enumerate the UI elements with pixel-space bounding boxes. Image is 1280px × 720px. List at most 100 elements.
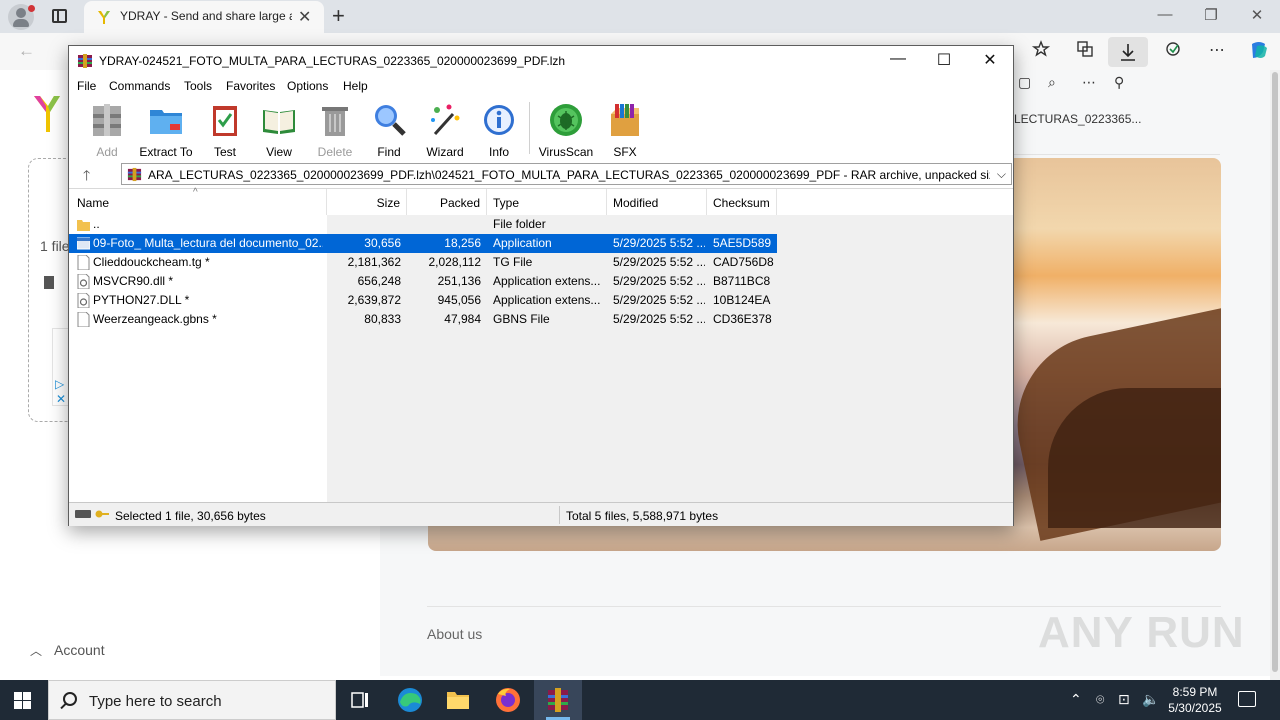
taskbar-file-explorer[interactable] bbox=[434, 680, 482, 720]
find-button[interactable]: Find bbox=[359, 102, 419, 159]
view-button[interactable]: View bbox=[249, 102, 309, 159]
folder-icon[interactable]: ▢ bbox=[1018, 74, 1031, 91]
windows-start-icon[interactable] bbox=[14, 692, 31, 709]
file-name: .. bbox=[93, 217, 100, 231]
downloads-button[interactable] bbox=[1108, 37, 1148, 67]
show-hidden-icons-button[interactable]: ⌃ bbox=[1070, 691, 1082, 708]
column-header-modified[interactable]: Modified bbox=[607, 189, 707, 215]
task-view-button[interactable] bbox=[336, 680, 384, 720]
browser-minimize-button[interactable]: — bbox=[1142, 6, 1188, 23]
taskbar-search-box[interactable]: Type here to search bbox=[48, 680, 336, 720]
winrar-app-icon bbox=[78, 54, 92, 68]
drive-icon bbox=[75, 510, 91, 518]
pin-icon[interactable]: ⚲ bbox=[1114, 74, 1124, 91]
file-checksum: 10B124EA bbox=[713, 293, 771, 307]
search-placeholder: Type here to search bbox=[89, 693, 222, 710]
extract-folder-icon bbox=[150, 110, 182, 134]
up-folder-icon[interactable]: 🡑 bbox=[83, 165, 90, 189]
account-toggle[interactable]: ︿ Account bbox=[30, 642, 105, 659]
winrar-close-button[interactable]: ✕ bbox=[967, 50, 1013, 70]
back-button[interactable]: ← bbox=[18, 41, 35, 61]
file-packed: 251,136 bbox=[437, 274, 481, 288]
browser-tab-ydray[interactable]: YDRAY - Send and share large and ✕ bbox=[84, 1, 324, 33]
menu-options[interactable]: Options bbox=[287, 79, 328, 93]
column-header-type[interactable]: Type bbox=[487, 189, 607, 215]
taskbar-winrar[interactable] bbox=[534, 680, 582, 720]
file-row[interactable]: MSVCR90.dll * 656,248 251,136 Applicatio… bbox=[69, 272, 777, 291]
ad-close-icon[interactable]: ✕ bbox=[56, 392, 66, 406]
file-row[interactable]: Clieddouckcheam.tg * 2,181,362 2,028,112… bbox=[69, 253, 777, 272]
winrar-minimize-button[interactable]: — bbox=[875, 50, 921, 68]
menu-help[interactable]: Help bbox=[343, 79, 368, 93]
add-button[interactable]: Add bbox=[77, 102, 137, 159]
notification-center-icon[interactable] bbox=[1238, 691, 1256, 707]
sfx-button[interactable]: SFX bbox=[595, 102, 655, 159]
tab-actions-icon[interactable] bbox=[52, 9, 67, 23]
winrar-maximize-button[interactable]: ☐ bbox=[921, 50, 967, 70]
ydray-favicon-icon bbox=[98, 11, 110, 24]
tab-close-icon[interactable]: ✕ bbox=[298, 7, 311, 27]
account-label: Account bbox=[54, 642, 105, 658]
tab-title: YDRAY - Send and share large and bbox=[120, 9, 292, 23]
path-combobox[interactable]: ARA_LECTURAS_0223365_020000023699_PDF.lz… bbox=[121, 163, 1012, 185]
wizard-label: Wizard bbox=[426, 145, 464, 159]
browser-close-button[interactable]: ✕ bbox=[1234, 6, 1280, 24]
network-icon[interactable]: ⊡ bbox=[1118, 691, 1130, 708]
wizard-button[interactable]: Wizard bbox=[415, 102, 475, 159]
add-archive-icon bbox=[93, 104, 121, 136]
sfx-box-icon bbox=[611, 104, 639, 136]
column-header-size[interactable]: Size bbox=[327, 189, 407, 215]
new-tab-button[interactable]: + bbox=[332, 3, 345, 29]
meet-now-icon[interactable]: ⌾ bbox=[1096, 691, 1104, 708]
file-row-selected[interactable]: 09-Foto_ Multa_lectura del documento_02.… bbox=[69, 234, 777, 253]
info-button[interactable]: Info bbox=[469, 102, 529, 159]
search-icon[interactable]: ⌕ bbox=[1048, 74, 1056, 91]
virusscan-button[interactable]: VirusScan bbox=[536, 102, 596, 159]
find-magnifier-icon bbox=[375, 105, 406, 136]
taskbar-firefox[interactable] bbox=[484, 680, 532, 720]
copilot-icon[interactable] bbox=[1244, 40, 1274, 62]
system-clock[interactable]: 8:59 PM 5/30/2025 bbox=[1156, 684, 1234, 716]
browser-tab-bar: YDRAY - Send and share large and ✕ + — ❐… bbox=[0, 0, 1280, 33]
about-us-link[interactable]: About us bbox=[427, 626, 482, 642]
footer-divider bbox=[427, 606, 1221, 607]
column-header-packed[interactable]: Packed bbox=[407, 189, 487, 215]
winrar-toolbar: Add Extract To Test View Delete Find Wiz… bbox=[69, 98, 1013, 159]
winrar-status-bar: Selected 1 file, 30,656 bytes Total 5 fi… bbox=[69, 502, 1013, 526]
file-checksum: CD36E378 bbox=[713, 312, 772, 326]
folder-icon bbox=[77, 220, 90, 231]
performance-icon[interactable] bbox=[1160, 40, 1190, 58]
application-icon bbox=[77, 237, 90, 250]
file-row[interactable]: Weerzeangeack.gbns * 80,833 47,984 GBNS … bbox=[69, 310, 777, 329]
ad-choices-icon[interactable]: ▷ bbox=[55, 377, 64, 391]
add-label: Add bbox=[96, 145, 118, 159]
test-button[interactable]: Test bbox=[195, 102, 255, 159]
winrar-title-bar[interactable]: YDRAY-024521_FOTO_MULTA_PARA_LECTURAS_02… bbox=[69, 46, 1013, 76]
column-header-name[interactable]: Name ^ bbox=[69, 187, 327, 215]
menu-tools[interactable]: Tools bbox=[184, 79, 212, 93]
more-icon[interactable]: ⋯ bbox=[1082, 74, 1096, 91]
chevron-down-icon[interactable]: ⌵ bbox=[997, 167, 1006, 182]
firefox-icon bbox=[496, 688, 520, 712]
profile-notification-dot bbox=[28, 5, 35, 12]
file-row[interactable]: PYTHON27.DLL * 2,639,872 945,056 Applica… bbox=[69, 291, 777, 310]
browser-restore-button[interactable]: ❐ bbox=[1188, 6, 1234, 24]
delete-button[interactable]: Delete bbox=[305, 102, 365, 159]
favorites-icon[interactable] bbox=[1026, 40, 1056, 58]
clock-date: 5/30/2025 bbox=[1168, 701, 1222, 715]
column-header-checksum[interactable]: Checksum bbox=[707, 189, 777, 215]
file-row[interactable]: .. File folder bbox=[69, 215, 777, 234]
status-divider bbox=[559, 506, 560, 524]
page-scrollbar[interactable] bbox=[1270, 70, 1280, 680]
menu-favorites[interactable]: Favorites bbox=[226, 79, 275, 93]
file-type: Application extens... bbox=[493, 274, 601, 288]
collections-icon[interactable] bbox=[1070, 40, 1100, 58]
taskbar-edge[interactable] bbox=[386, 680, 434, 720]
file-modified: 5/29/2025 5:52 ... bbox=[613, 274, 705, 288]
menu-commands[interactable]: Commands bbox=[109, 79, 170, 93]
file-type: Application bbox=[493, 236, 552, 250]
more-options-icon[interactable]: ⋯ bbox=[1202, 40, 1232, 60]
scrollbar-thumb[interactable] bbox=[1272, 72, 1278, 672]
menu-file[interactable]: File bbox=[77, 79, 96, 93]
extract-to-button[interactable]: Extract To bbox=[136, 102, 196, 159]
